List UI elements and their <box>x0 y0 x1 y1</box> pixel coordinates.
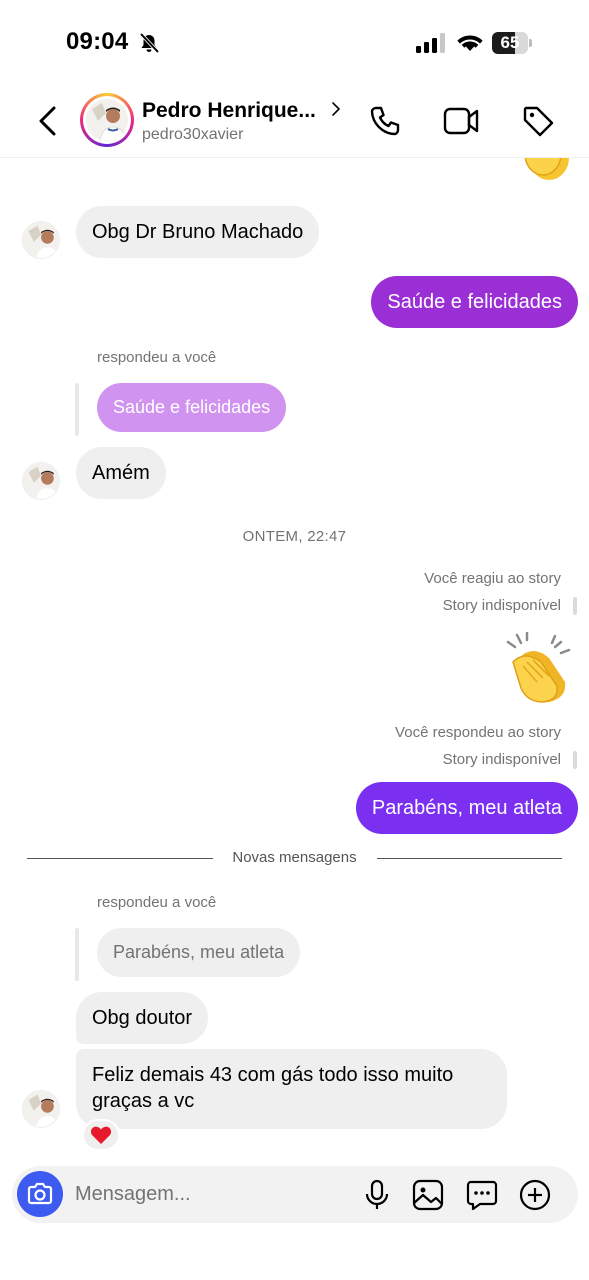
story-bar <box>573 751 577 769</box>
sender-avatar[interactable] <box>22 1090 60 1128</box>
story-unavailable-label: Story indisponível <box>442 597 561 614</box>
story-bar <box>573 597 577 615</box>
video-call-button[interactable] <box>443 106 479 136</box>
gallery-icon[interactable] <box>411 1178 445 1212</box>
incoming-message[interactable]: Obg Dr Bruno Machado <box>76 206 320 258</box>
avatar-photo <box>86 99 128 141</box>
message-input[interactable] <box>75 1179 355 1209</box>
message-timestamp: ONTEM, 22:47 <box>242 528 347 545</box>
story-unavailable-label: Story indisponível <box>442 751 561 768</box>
tag-icon[interactable] <box>521 104 555 138</box>
sticker-chat-icon[interactable] <box>465 1178 499 1212</box>
incoming-message[interactable]: Amém <box>76 447 166 499</box>
profile-avatar[interactable] <box>80 93 134 147</box>
status-time: 09:04 <box>66 28 129 55</box>
camera-button[interactable] <box>17 1171 63 1217</box>
phone-call-button[interactable] <box>368 104 402 138</box>
message-reaction[interactable] <box>82 1119 120 1151</box>
wifi-icon <box>457 35 483 51</box>
reply-label: respondeu a você <box>97 349 217 366</box>
battery-icon: 65 <box>492 32 532 54</box>
outgoing-message[interactable]: Saúde e felicidades <box>371 276 578 328</box>
story-reaction-label: Você reagiu ao story <box>424 570 561 587</box>
contact-username[interactable]: pedro30xavier <box>142 126 243 144</box>
reply-label: respondeu a você <box>97 894 217 911</box>
message-composer <box>12 1166 578 1223</box>
chevron-right-icon[interactable] <box>330 100 342 118</box>
quoted-message[interactable]: Parabéns, meu atleta <box>97 928 301 977</box>
divider-line-right <box>377 858 562 859</box>
story-reply-label: Você respondeu ao story <box>395 724 561 741</box>
message-line: graças a vc <box>92 1090 195 1112</box>
message-line: Feliz demais 43 com gás todo isso muito <box>92 1064 454 1086</box>
sender-avatar[interactable] <box>22 462 60 500</box>
contact-name[interactable]: Pedro Henrique... <box>142 99 316 123</box>
add-circle-icon[interactable] <box>518 1178 552 1212</box>
battery-percentage: 65 <box>500 33 520 52</box>
sender-avatar[interactable] <box>22 221 60 259</box>
incoming-message[interactable]: Feliz demais 43 com gás todo isso muito … <box>76 1049 507 1129</box>
microphone-icon[interactable] <box>360 1178 394 1212</box>
outgoing-message[interactable]: Parabéns, meu atleta <box>355 782 578 834</box>
clapping-hands-emoji <box>503 631 575 706</box>
chat-header: Pedro Henrique... pedro30xavier <box>0 80 589 158</box>
incoming-message[interactable]: Obg doutor <box>76 992 209 1044</box>
status-bar: 09:04 65 <box>0 0 589 80</box>
quoted-message[interactable]: Saúde e felicidades <box>97 383 287 432</box>
cellular-signal-icon <box>416 33 445 53</box>
clapping-hands-emoji <box>515 158 575 190</box>
reply-bar <box>75 928 79 981</box>
bell-mute-icon <box>139 32 160 54</box>
camera-icon <box>27 1182 53 1205</box>
reply-bar <box>75 383 79 436</box>
back-button[interactable] <box>34 104 62 138</box>
heart-icon <box>90 1126 112 1144</box>
